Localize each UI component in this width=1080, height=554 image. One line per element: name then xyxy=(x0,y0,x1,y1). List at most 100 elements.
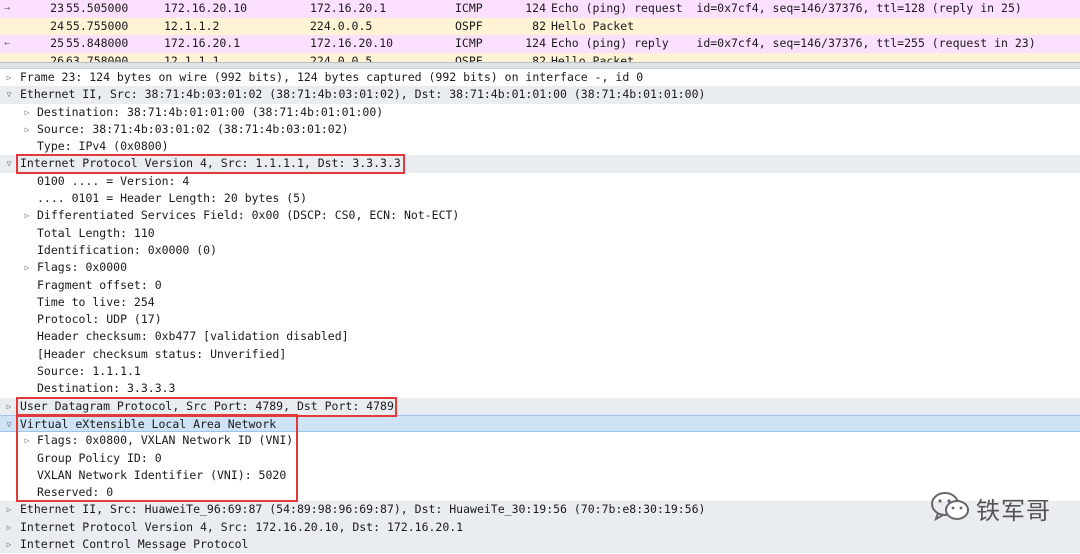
packet-number: 25 xyxy=(50,36,64,50)
detail-text: Type: IPv4 (0x0800) xyxy=(37,139,169,154)
wechat-icon xyxy=(930,490,970,527)
packet-row[interactable]: ← 25 55.848000 172.16.20.1 172.16.20.10 ICMP 1… xyxy=(0,35,1080,53)
detail-row[interactable]: ▷ Ethernet II, Src: HuaweiTe_96:69:87 (54… xyxy=(0,501,1080,519)
detail-text: Ethernet II, Src: HuaweiTe_96:69:87 (54:… xyxy=(20,502,706,517)
detail-row[interactable]: ▷ Destination: 38:71:4b:01:01:00 (38:71:4… xyxy=(0,104,1080,121)
detail-row[interactable]: Source: 1.1.1.1 xyxy=(0,363,1080,380)
pane-divider[interactable] xyxy=(0,62,1080,69)
detail-text: Time to live: 254 xyxy=(37,294,155,309)
packet-destination: 172.16.20.10 xyxy=(310,36,394,50)
packet-row[interactable]: 26 63.758000 12.1.1.1 224.0.0.5 OSPF 82 Hello … xyxy=(0,52,1080,63)
detail-row[interactable]: Group Policy ID: 0 xyxy=(0,450,1080,467)
detail-row[interactable]: ▷ Differentiated Services Field: 0x00 (DS… xyxy=(0,207,1080,224)
detail-row[interactable]: ▷ Source: 38:71:4b:03:01:02 (38:71:4b:03:… xyxy=(0,121,1080,138)
packet-time: 63.758000 xyxy=(66,53,129,63)
detail-row[interactable]: VXLAN Network Identifier (VNI): 5020 xyxy=(0,467,1080,484)
detail-row[interactable]: 0100 .... = Version: 4 xyxy=(0,173,1080,190)
detail-text: Flags: 0x0800, VXLAN Network ID (VNI) xyxy=(37,433,294,448)
detail-row[interactable]: .... 0101 = Header Length: 20 bytes (5) xyxy=(0,190,1080,207)
packet-destination: 172.16.20.1 xyxy=(310,1,387,15)
detail-text: Internet Protocol Version 4, Src: 172.16… xyxy=(20,519,464,534)
packet-protocol: ICMP xyxy=(455,1,483,15)
packet-number: 24 xyxy=(50,18,64,33)
packet-details-tree[interactable]: ▷ Frame 23: 124 bytes on wire (992 bits),… xyxy=(0,69,1080,554)
expand-icon[interactable]: ▷ xyxy=(4,501,14,518)
detail-row[interactable]: ▷ Frame 23: 124 bytes on wire (992 bits),… xyxy=(0,69,1080,86)
detail-row[interactable]: [Header checksum status: Unverified] xyxy=(0,346,1080,363)
packet-direction-icon: → xyxy=(4,3,11,14)
detail-row[interactable]: ▷ Flags: 0x0800, VXLAN Network ID (VNI) xyxy=(0,432,1080,449)
expand-icon[interactable]: ▷ xyxy=(22,121,32,138)
packet-destination: 224.0.0.5 xyxy=(310,53,373,63)
packet-protocol: OSPF xyxy=(455,53,483,63)
packet-destination: 224.0.0.5 xyxy=(310,18,373,33)
packet-info: Hello Packet xyxy=(551,18,635,33)
detail-text: Frame 23: 124 bytes on wire (992 bits), … xyxy=(20,70,644,84)
packet-time: 55.755000 xyxy=(66,18,129,33)
detail-text: Virtual eXtensible Local Area Network xyxy=(20,416,277,431)
detail-text: Protocol: UDP (17) xyxy=(37,312,162,327)
detail-row[interactable]: ▷ Flags: 0x0000 xyxy=(0,259,1080,276)
detail-row[interactable]: Fragment offset: 0 xyxy=(0,277,1080,294)
packet-source: 12.1.1.1 xyxy=(164,53,220,63)
packet-number: 26 xyxy=(50,53,64,63)
collapse-icon[interactable]: ▽ xyxy=(4,416,14,433)
detail-text: Identification: 0x0000 (0) xyxy=(37,242,218,257)
detail-text: Flags: 0x0000 xyxy=(37,260,128,275)
detail-row[interactable]: ▽ Internet Protocol Version 4, Src: 1.1.1… xyxy=(0,155,1080,173)
watermark-text: 铁军哥 xyxy=(976,496,1051,525)
detail-row[interactable]: Protocol: UDP (17) xyxy=(0,311,1080,328)
detail-text: Header checksum: 0xb477 [validation disa… xyxy=(37,329,349,344)
detail-text: [Header checksum status: Unverified] xyxy=(37,346,287,361)
expand-icon[interactable]: ▷ xyxy=(4,398,14,415)
detail-row[interactable]: Identification: 0x0000 (0) xyxy=(0,242,1080,259)
detail-row[interactable]: ▷ Internet Protocol Version 4, Src: 172.1… xyxy=(0,518,1080,537)
detail-text: Fragment offset: 0 xyxy=(37,277,162,292)
detail-row[interactable]: ▽ Virtual eXtensible Local Area Network xyxy=(0,414,1080,433)
collapse-icon[interactable]: ▽ xyxy=(4,86,14,103)
detail-row[interactable]: Time to live: 254 xyxy=(0,294,1080,311)
packet-source: 12.1.1.2 xyxy=(164,18,220,33)
detail-text: Group Policy ID: 0 xyxy=(37,450,162,465)
packet-source: 172.16.20.1 xyxy=(164,36,241,50)
detail-row[interactable]: Header checksum: 0xb477 [validation disa… xyxy=(0,328,1080,345)
packet-list[interactable]: → 23 55.505000 172.16.20.10 172.16.20.1 ICMP 1… xyxy=(0,0,1080,62)
collapse-icon[interactable]: ▽ xyxy=(4,155,14,172)
detail-text: Internet Control Message Protocol xyxy=(20,537,249,552)
packet-time: 55.848000 xyxy=(66,36,129,50)
detail-row[interactable]: ▷ User Datagram Protocol, Src Port: 4789,… xyxy=(0,397,1080,415)
detail-row[interactable]: Type: IPv4 (0x0800) xyxy=(0,138,1080,155)
detail-row[interactable]: Reserved: 0 xyxy=(0,484,1080,501)
packet-direction-icon: ← xyxy=(4,38,11,49)
watermark: 铁军哥 xyxy=(930,488,1051,528)
packet-number: 23 xyxy=(50,1,64,15)
detail-text: VXLAN Network Identifier (VNI): 5020 xyxy=(37,467,287,482)
packet-time: 55.505000 xyxy=(66,1,129,15)
expand-icon[interactable]: ▷ xyxy=(4,536,14,553)
detail-text: Source: 1.1.1.1 xyxy=(37,364,141,379)
expand-icon[interactable]: ▷ xyxy=(4,69,14,86)
packet-row[interactable]: → 23 55.505000 172.16.20.10 172.16.20.1 ICMP 1… xyxy=(0,0,1080,18)
detail-text: 0100 .... = Version: 4 xyxy=(37,173,190,188)
detail-row[interactable]: Destination: 3.3.3.3 xyxy=(0,380,1080,397)
expand-icon[interactable]: ▷ xyxy=(22,432,32,449)
packet-row[interactable]: 24 55.755000 12.1.1.2 224.0.0.5 OSPF 82 Hello … xyxy=(0,17,1080,35)
detail-text: Ethernet II, Src: 38:71:4b:03:01:02 (38:… xyxy=(20,87,706,102)
detail-text: User Datagram Protocol, Src Port: 4789, … xyxy=(20,398,394,413)
detail-row[interactable]: Total Length: 110 xyxy=(0,225,1080,242)
detail-text: Internet Protocol Version 4, Src: 1.1.1.… xyxy=(20,156,401,171)
detail-text: Destination: 38:71:4b:01:01:00 (38:71:4b… xyxy=(37,104,384,119)
packet-info: Echo (ping) request id=0x7cf4, seq=146/3… xyxy=(551,1,1022,15)
expand-icon[interactable]: ▷ xyxy=(4,519,14,536)
expand-icon[interactable]: ▷ xyxy=(22,207,32,224)
expand-icon[interactable]: ▷ xyxy=(22,259,32,276)
detail-text: Reserved: 0 xyxy=(37,485,114,500)
detail-row[interactable]: ▷ Internet Control Message Protocol xyxy=(0,536,1080,554)
detail-text: Source: 38:71:4b:03:01:02 (38:71:4b:03:0… xyxy=(37,121,349,136)
packet-protocol: OSPF xyxy=(455,18,483,33)
packet-length: 82 xyxy=(532,53,546,63)
expand-icon[interactable]: ▷ xyxy=(22,104,32,121)
detail-row[interactable]: ▽ Ethernet II, Src: 38:71:4b:03:01:02 (38… xyxy=(0,86,1080,104)
detail-text: Total Length: 110 xyxy=(37,225,155,240)
packet-length: 124 xyxy=(525,36,546,50)
